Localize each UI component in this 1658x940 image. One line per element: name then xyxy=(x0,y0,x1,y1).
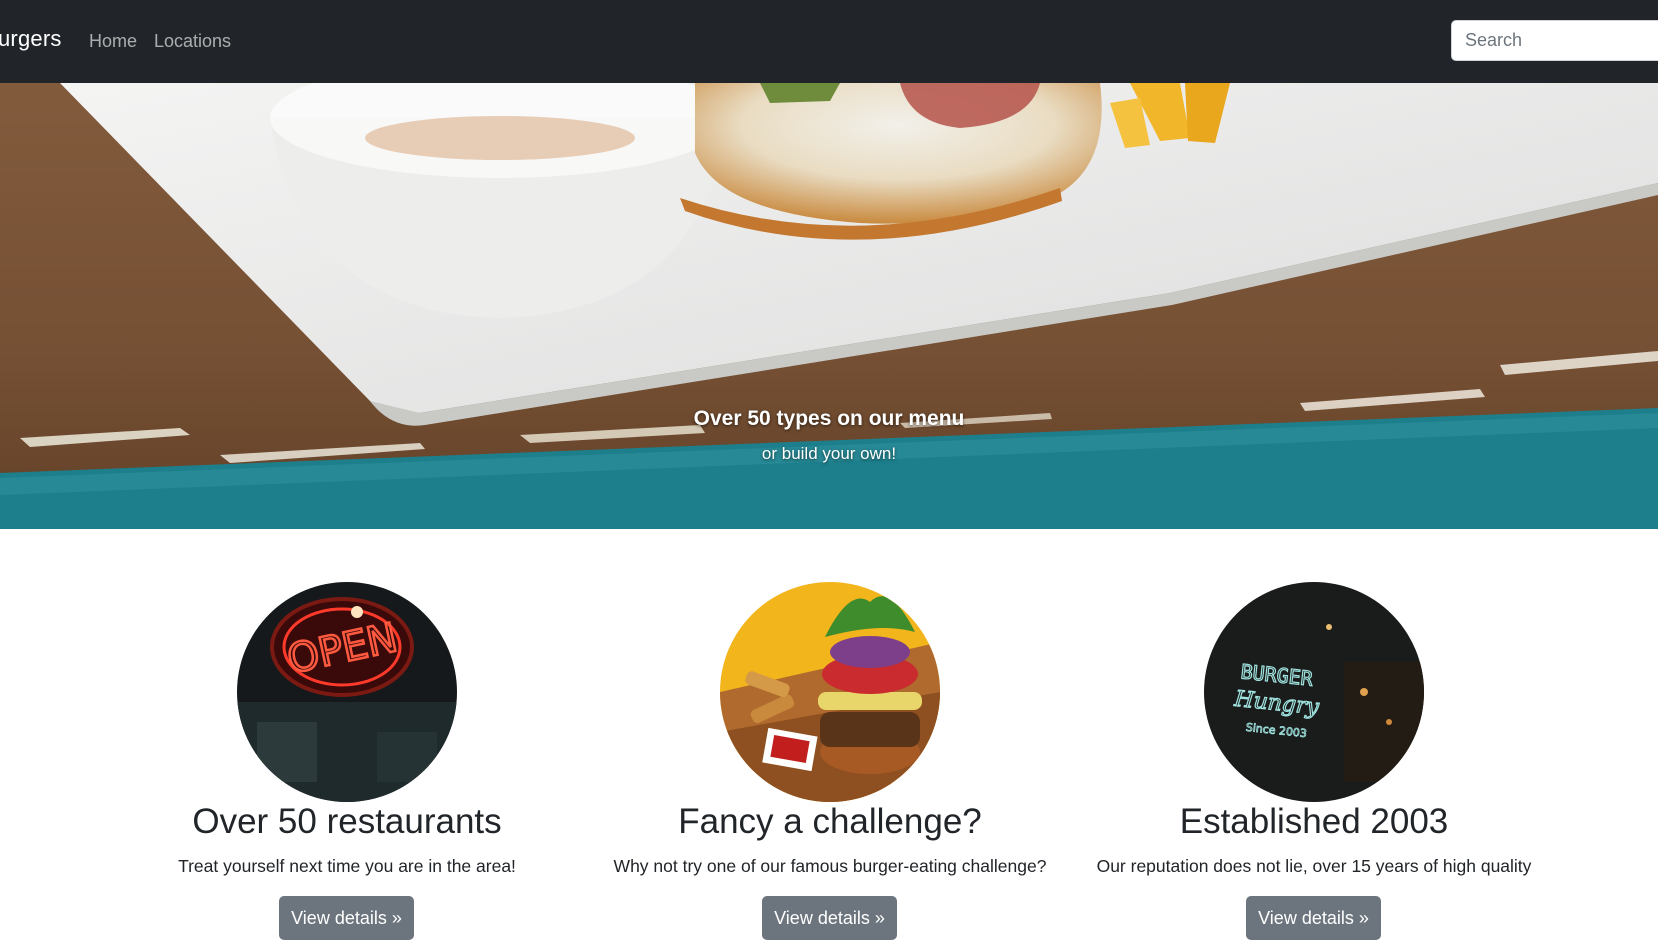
feature-heading: Fancy a challenge? xyxy=(678,802,982,841)
nav-link-locations[interactable]: Locations xyxy=(154,31,231,52)
burger-neon-sign-icon: BURGER Hungry Since 2003 xyxy=(1204,582,1424,802)
feature-card-established: BURGER Hungry Since 2003 Established 200… xyxy=(1072,582,1556,940)
burger-plate-icon xyxy=(720,582,940,802)
hero-title: Over 50 types on our menu xyxy=(693,407,965,430)
hero-carousel: Over 50 types on our menu or build your … xyxy=(0,83,1658,529)
feature-card-challenge: Fancy a challenge? Why not try one of ou… xyxy=(588,582,1072,940)
feature-heading: Over 50 restaurants xyxy=(192,802,502,841)
search-input[interactable] xyxy=(1451,20,1658,61)
hero-subtitle: or build your own! xyxy=(761,444,897,463)
feature-text: Our reputation does not lie, over 15 yea… xyxy=(1096,856,1532,876)
top-navbar: urgers Home Locations xyxy=(0,0,1658,83)
open-sign-icon: OPEN xyxy=(237,582,457,802)
nav-link-home[interactable]: Home xyxy=(89,31,137,52)
feature-text: Treat yourself next time you are in the … xyxy=(178,856,516,876)
feature-heading: Established 2003 xyxy=(1179,802,1449,841)
view-details-button[interactable]: View details » xyxy=(1246,896,1381,940)
feature-text: Why not try one of our famous burger-eat… xyxy=(613,856,1047,876)
view-details-button[interactable]: View details » xyxy=(279,896,414,940)
feature-card-restaurants: OPEN Over 50 restaurants Treat yourself … xyxy=(105,582,589,940)
view-details-button[interactable]: View details » xyxy=(762,896,897,940)
brand-logo-text[interactable]: urgers xyxy=(0,26,62,52)
